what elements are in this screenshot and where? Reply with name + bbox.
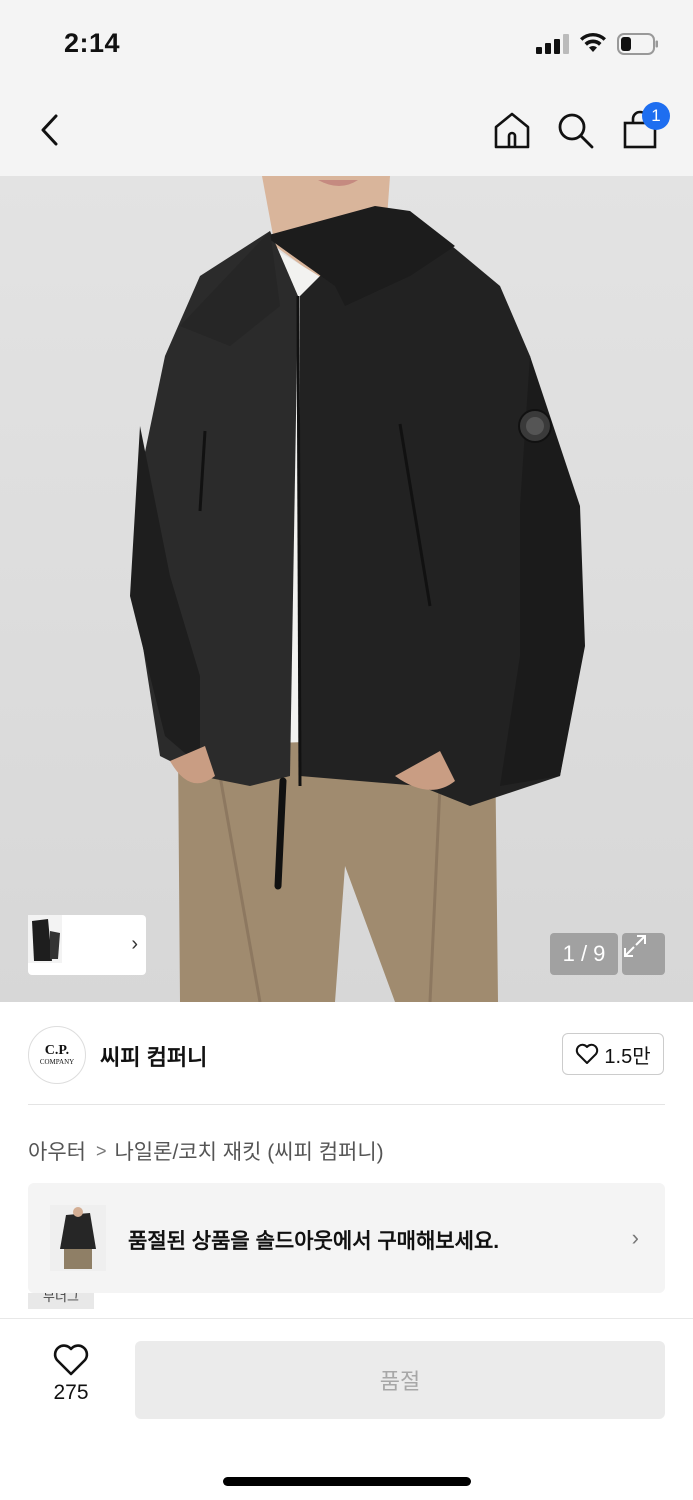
heart-icon <box>576 1043 599 1064</box>
heart-icon <box>53 1344 89 1376</box>
thumbnail-next-chevron-icon[interactable]: › <box>131 933 138 956</box>
bottom-action-bar: 275 품절 <box>0 1318 693 1500</box>
soldout-product-thumbnail <box>50 1205 106 1271</box>
product-image-gallery[interactable]: › 1 / 9 <box>0 176 693 1002</box>
sold-out-button[interactable]: 품절 <box>135 1341 665 1419</box>
cart-count-badge: 1 <box>642 102 670 130</box>
product-photo <box>130 176 585 1002</box>
home-button[interactable] <box>490 108 534 152</box>
brand-row[interactable]: C.P. COMPANY 씨피 컴퍼니 1.5만 <box>0 1002 693 1104</box>
thumbnail-2[interactable] <box>28 915 62 963</box>
home-icon <box>494 112 530 149</box>
brand-like-count: 1.5만 <box>604 1045 651 1068</box>
nav-bar: 1 <box>0 88 693 176</box>
home-indicator[interactable] <box>223 1477 471 1486</box>
soldout-banner-text: 품절된 상품을 솔드아웃에서 구매해보세요. <box>128 1230 500 1253</box>
breadcrumb: 아우터 > 나일론/코치 재킷 (씨피 컴퍼니) <box>28 1136 384 1166</box>
image-page-indicator: 1 / 9 <box>550 933 618 975</box>
wishlist-button[interactable]: 275 <box>30 1343 112 1413</box>
breadcrumb-subcategory[interactable]: 나일론/코치 재킷 (씨피 컴퍼니) <box>114 1136 383 1166</box>
signal-icon <box>536 34 569 54</box>
search-icon <box>558 113 594 149</box>
brand-logo-line1: C.P. <box>44 1042 70 1058</box>
back-button[interactable] <box>28 108 72 152</box>
status-time: 2:14 <box>64 28 121 58</box>
battery-icon <box>617 33 658 55</box>
expand-icon <box>624 935 646 957</box>
breadcrumb-category[interactable]: 아우터 <box>28 1136 86 1166</box>
chevron-right-icon: › <box>631 1225 639 1250</box>
expand-image-button[interactable] <box>622 933 665 975</box>
brand-like-button[interactable]: 1.5만 <box>562 1033 664 1075</box>
status-bar: 2:14 <box>0 0 693 88</box>
partial-tag: 무너그 <box>28 1293 94 1309</box>
brand-logo-line2: COMPANY <box>39 1057 75 1066</box>
soldout-banner[interactable]: 품절된 상품을 솔드아웃에서 구매해보세요. › <box>28 1183 665 1293</box>
thumbnail-strip[interactable]: › <box>28 915 146 975</box>
divider <box>28 1104 665 1105</box>
cart-button[interactable]: 1 <box>618 102 670 152</box>
search-button[interactable] <box>553 108 597 152</box>
brand-logo[interactable]: C.P. COMPANY <box>28 1026 86 1084</box>
wifi-icon <box>580 32 606 52</box>
wishlist-count: 275 <box>53 1381 89 1404</box>
chevron-right-icon: > <box>95 1140 107 1161</box>
back-icon <box>41 114 58 146</box>
brand-name[interactable]: 씨피 컴퍼니 <box>100 1040 207 1072</box>
